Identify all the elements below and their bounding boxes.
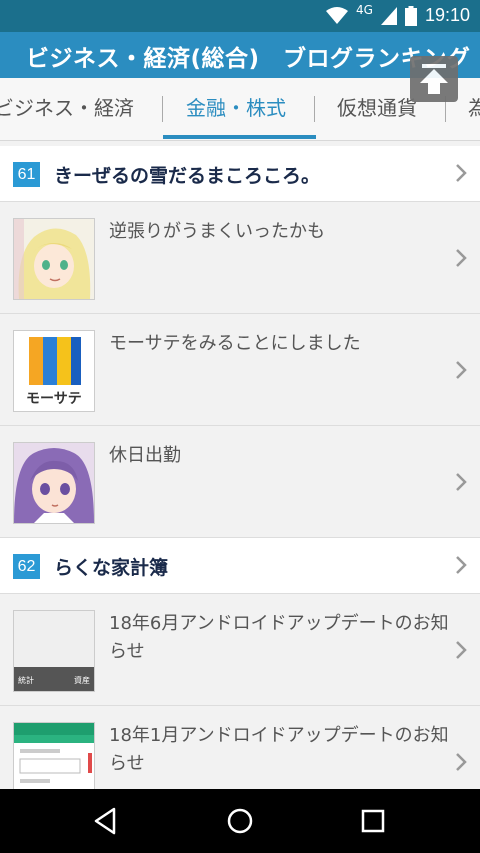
tab-forex[interactable]: 為 — [468, 78, 480, 138]
app-screenshot-thumbnail: 統計 資産 — [13, 610, 95, 692]
network-type-label: 4G — [356, 2, 373, 17]
battery-icon — [404, 5, 417, 26]
article-row[interactable]: 逆張りがうまくいったかも — [0, 202, 480, 314]
app-header: ビジネス・経済(総合) ブログランキング — [0, 32, 480, 78]
rank-badge: 62 — [13, 554, 40, 579]
chevron-right-icon — [456, 164, 467, 182]
status-bar: 4G 19:10 — [0, 0, 480, 32]
page-title: ビジネス・経済(総合) ブログランキング — [26, 46, 471, 72]
blog-title: きーぜるの雪だるまころころ。 — [54, 165, 321, 187]
tab-business-economy[interactable]: ビジネス・経済 — [0, 78, 134, 138]
anime-girl-thumbnail — [13, 218, 95, 300]
chevron-right-icon — [456, 361, 467, 379]
chevron-right-icon — [456, 249, 467, 267]
navigation-bar — [0, 789, 480, 853]
signal-icon — [380, 6, 397, 25]
tab-divider — [162, 96, 163, 122]
morning-satellite-logo-thumbnail: モーサテ — [13, 330, 95, 412]
tab-divider — [314, 96, 315, 122]
arrow-up-to-top-icon — [420, 64, 448, 94]
tab-cryptocurrency[interactable]: 仮想通貨 — [337, 78, 417, 138]
active-tab-indicator — [163, 135, 316, 139]
rank-badge: 61 — [13, 162, 40, 187]
article-title: 逆張りがうまくいったかも — [109, 221, 325, 242]
recent-apps-icon[interactable] — [357, 805, 389, 837]
blog-title: らくな家計簿 — [54, 557, 169, 579]
chevron-right-icon — [456, 556, 467, 574]
thumbnail-logo-text: モーサテ — [26, 391, 82, 407]
chevron-right-icon — [456, 753, 467, 771]
article-title: 休日出勤 — [109, 445, 181, 466]
chevron-right-icon — [456, 641, 467, 659]
blog-header-row[interactable]: 62 らくな家計簿 — [0, 538, 480, 594]
tab-finance-stocks[interactable]: 金融・株式 — [186, 78, 286, 138]
ranking-list: 61 きーぜるの雪だるまころころ。 逆張りがうまくいったかも モーサテ モーサテ… — [0, 146, 480, 818]
article-row[interactable]: モーサテ モーサテをみることにしました — [0, 314, 480, 426]
home-icon[interactable] — [224, 805, 256, 837]
thumbnail-tab-label: 統計 — [18, 676, 34, 685]
scroll-to-top-button[interactable] — [410, 56, 458, 102]
back-icon[interactable] — [90, 805, 122, 837]
chevron-right-icon — [456, 473, 467, 491]
article-row[interactable]: 統計 資産 18年6月アンドロイドアップデートのお知らせ — [0, 594, 480, 706]
status-time: 19:10 — [424, 5, 470, 25]
article-row[interactable]: 休日出勤 — [0, 426, 480, 538]
article-title: 18年6月アンドロイドアップデートのお知らせ — [109, 613, 449, 662]
anime-girl-thumbnail — [13, 442, 95, 524]
thumbnail-tab-label: 資産 — [74, 676, 90, 685]
category-tabs: ビジネス・経済 金融・株式 仮想通貨 為 — [0, 78, 480, 141]
wifi-icon — [326, 6, 349, 24]
article-title: モーサテをみることにしました — [109, 333, 361, 354]
blog-header-row[interactable]: 61 きーぜるの雪だるまころころ。 — [0, 146, 480, 202]
article-title: 18年1月アンドロイドアップデートのお知らせ — [109, 725, 449, 774]
